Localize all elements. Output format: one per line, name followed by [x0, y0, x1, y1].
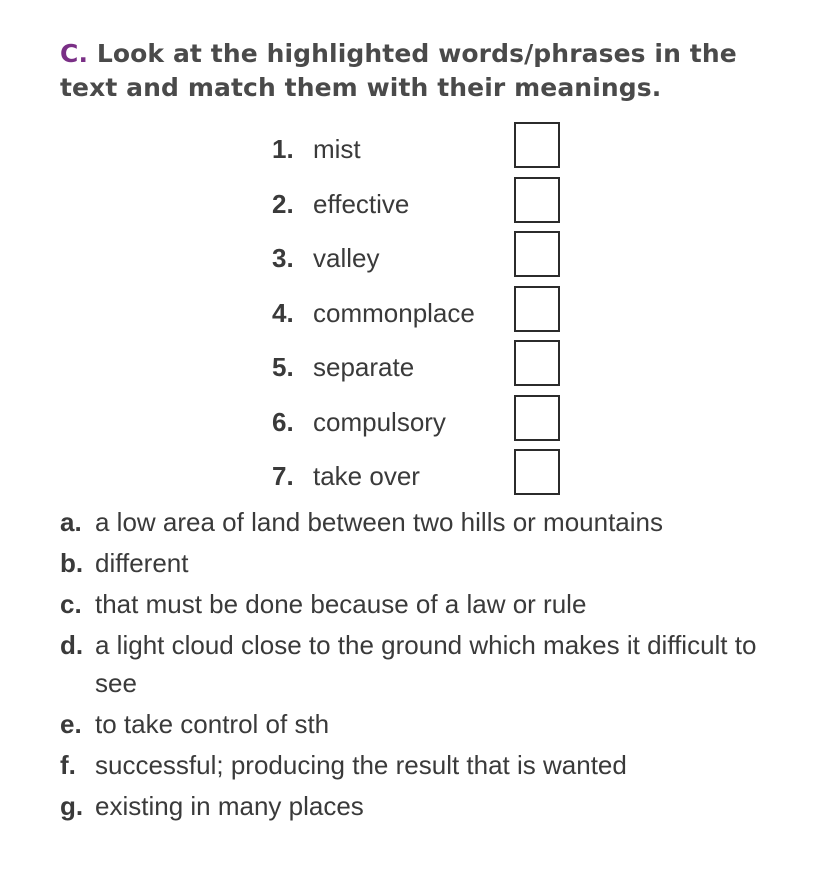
answer-box[interactable] — [514, 231, 560, 277]
exercise-instruction: Look at the highlighted words/phrases in… — [60, 39, 737, 102]
definition-item: a. a low area of land between two hills … — [60, 503, 800, 541]
answer-box[interactable] — [514, 177, 560, 223]
definition-item: d. a light cloud close to the ground whi… — [60, 626, 800, 702]
definition-list: a. a low area of land between two hills … — [60, 503, 800, 825]
word-item: 1. mist — [272, 122, 572, 170]
definition-text: to take control of sth — [95, 709, 330, 739]
definition-letter: e. — [60, 709, 82, 739]
definition-letter: b. — [60, 548, 84, 578]
word-number: 1. — [272, 134, 294, 164]
word-term: valley — [313, 243, 380, 273]
definition-text: successful; producing the result that is… — [95, 750, 627, 780]
word-term: effective — [313, 189, 410, 219]
word-number: 6. — [272, 407, 294, 437]
word-term: compulsory — [313, 407, 446, 437]
exercise-heading: C. Look at the highlighted words/phrases… — [60, 37, 800, 105]
definition-item: b. different — [60, 544, 800, 582]
word-term: mist — [313, 134, 361, 164]
word-number: 5. — [272, 352, 294, 382]
definition-text: a light cloud close to the ground which … — [95, 630, 757, 698]
word-item: 2. effective — [272, 177, 572, 225]
answer-box[interactable] — [514, 340, 560, 386]
word-item: 6. compulsory — [272, 395, 572, 443]
definition-text: a low area of land between two hills or … — [95, 507, 663, 537]
definition-letter: g. — [60, 791, 84, 821]
answer-box[interactable] — [514, 122, 560, 168]
word-item: 4. commonplace — [272, 286, 572, 334]
definition-item: c. that must be done because of a law or… — [60, 585, 800, 623]
definition-text: different — [95, 548, 189, 578]
word-number: 2. — [272, 189, 294, 219]
definition-item: f. successful; producing the result that… — [60, 746, 800, 784]
answer-box[interactable] — [514, 395, 560, 441]
answer-box[interactable] — [514, 286, 560, 332]
word-number: 3. — [272, 243, 294, 273]
definition-text: existing in many places — [95, 791, 364, 821]
definition-item: e. to take control of sth — [60, 705, 800, 743]
word-item: 5. separate — [272, 340, 572, 388]
definition-item: g. existing in many places — [60, 787, 800, 825]
word-item: 3. valley — [272, 231, 572, 279]
definition-letter: a. — [60, 507, 82, 537]
word-term: separate — [313, 352, 415, 382]
word-number: 4. — [272, 298, 294, 328]
definition-text: that must be done because of a law or ru… — [95, 589, 587, 619]
definition-letter: d. — [60, 630, 84, 660]
definition-letter: c. — [60, 589, 82, 619]
word-number: 7. — [272, 461, 294, 491]
answer-box[interactable] — [514, 449, 560, 495]
word-item: 7. take over — [272, 449, 572, 497]
exercise-letter: C. — [60, 39, 89, 68]
word-term: take over — [313, 461, 420, 491]
word-term: commonplace — [313, 298, 475, 328]
definition-letter: f. — [60, 750, 76, 780]
